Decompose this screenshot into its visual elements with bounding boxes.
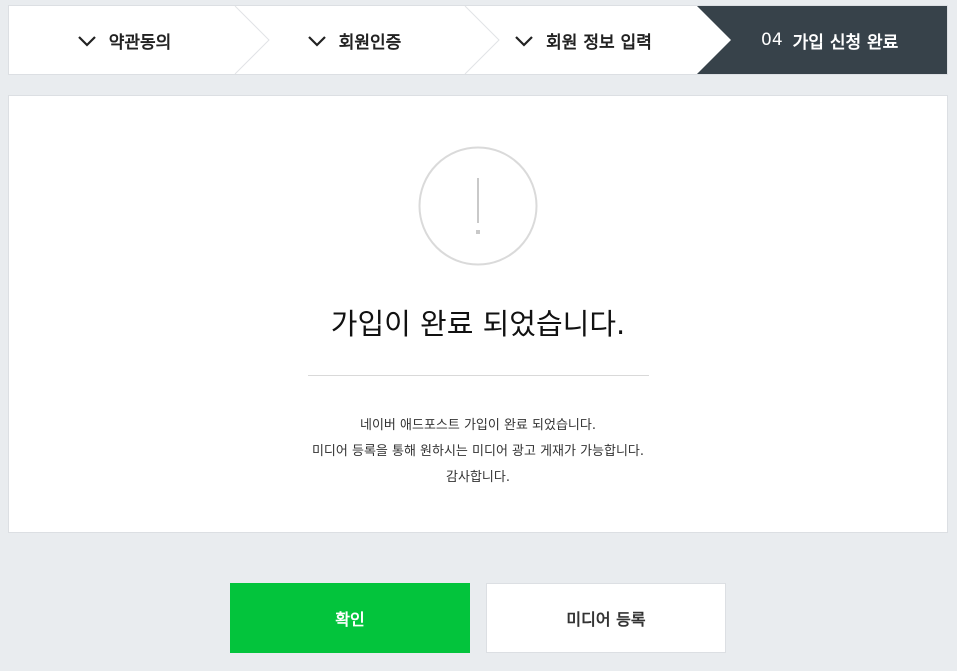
exclamation-circle-icon <box>418 146 538 266</box>
check-icon <box>77 36 96 47</box>
step-label: 회원 정보 입력 <box>546 32 652 53</box>
check-icon <box>515 36 533 47</box>
step-number: 04 <box>761 30 783 50</box>
step-complete: 04 가입 신청 완료 <box>697 6 947 74</box>
check-icon <box>307 36 326 47</box>
completion-headline: 가입이 완료 되었습니다. <box>330 307 626 341</box>
step-member-info: 회원 정보 입력 <box>469 6 697 74</box>
confirm-button[interactable]: 확인 <box>230 583 470 653</box>
signup-stepper: 약관동의 회원인증 회원 정보 입력 04 가입 신청 완료 <box>8 5 948 75</box>
step-terms: 약관동의 <box>9 6 239 74</box>
step-label: 가입 신청 완료 <box>792 32 899 53</box>
step-verification: 회원인증 <box>239 6 469 74</box>
completion-message: 네이버 애드포스트 가입이 완료 되었습니다. <box>360 418 596 433</box>
completion-message: 감사합니다. <box>446 470 510 485</box>
divider <box>308 375 649 376</box>
step-label: 회원인증 <box>338 32 402 53</box>
completion-card: 가입이 완료 되었습니다. 네이버 애드포스트 가입이 완료 되었습니다. 미디… <box>8 95 948 533</box>
step-label: 약관동의 <box>108 32 172 53</box>
completion-message: 미디어 등록을 통해 원하시는 미디어 광고 게재가 가능합니다. <box>311 444 645 459</box>
media-register-button[interactable]: 미디어 등록 <box>486 583 726 653</box>
